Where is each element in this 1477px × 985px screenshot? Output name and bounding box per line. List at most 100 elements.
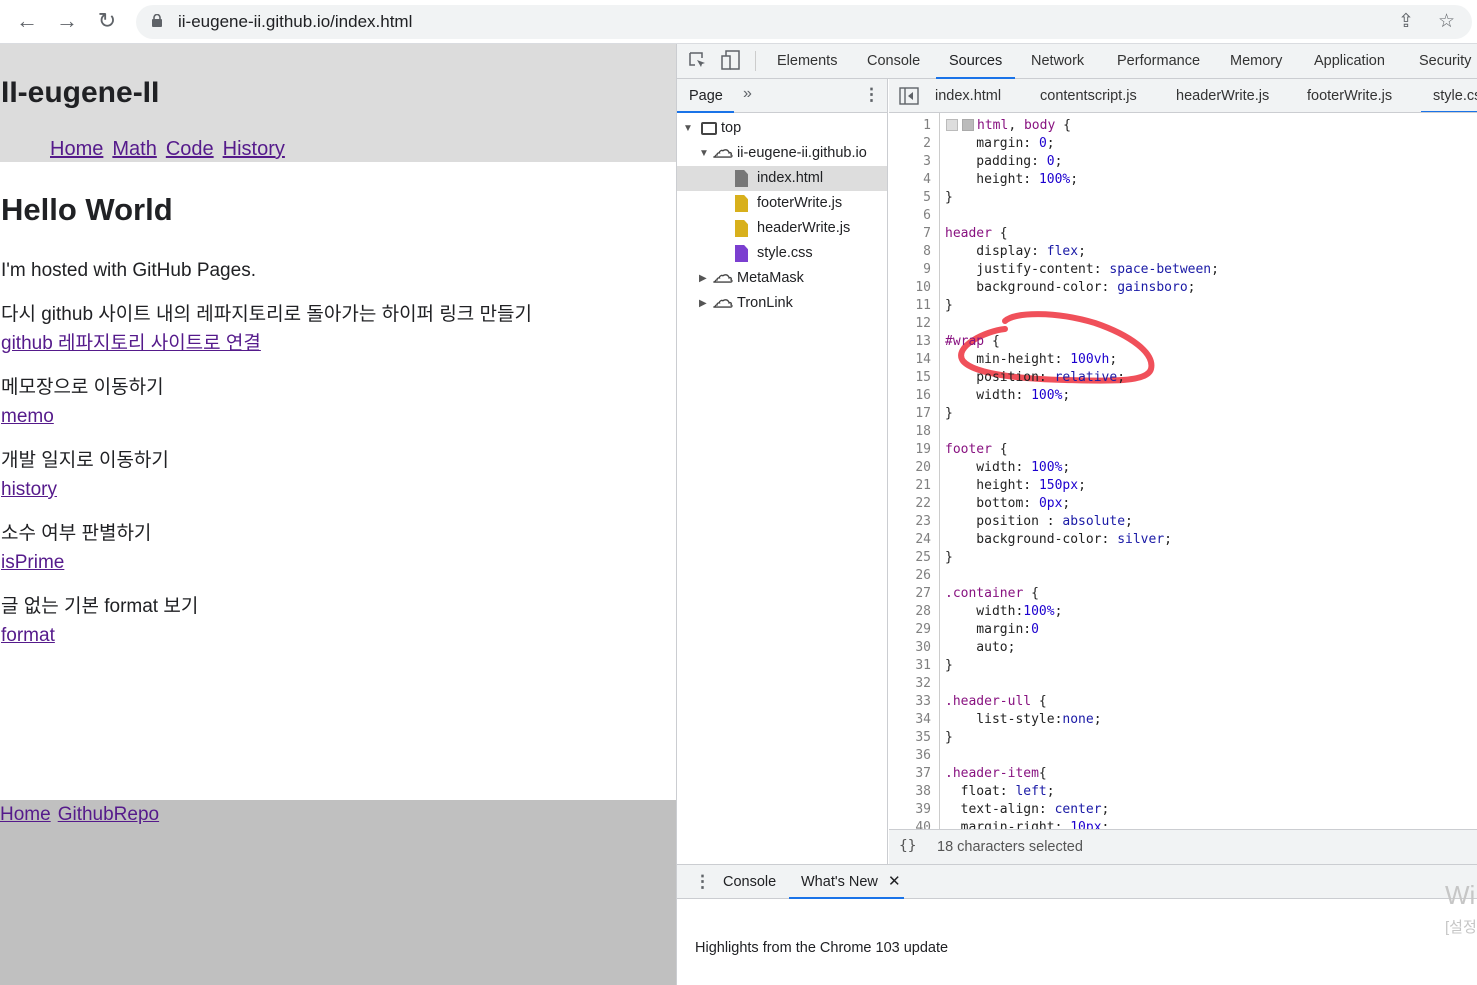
line-number: 12 xyxy=(915,316,931,331)
more-options-icon[interactable]: ⋮ xyxy=(863,85,880,105)
tree-item[interactable]: style.css xyxy=(677,241,887,266)
cloud-icon: ☁ xyxy=(712,139,733,162)
code-line: header { xyxy=(945,226,1008,241)
tree-item[interactable]: headerWrite.js xyxy=(677,216,887,241)
code-token: space-between xyxy=(1109,262,1212,277)
code-token: auto xyxy=(945,640,1008,655)
line-number: 2 xyxy=(923,136,931,151)
tab-memory[interactable]: Memory xyxy=(1230,53,1282,69)
footer-home-link[interactable]: Home xyxy=(0,804,51,825)
code-token: } xyxy=(945,190,953,205)
section-text: 다시 github 사이트 내의 레파지토리로 돌아가는 하이퍼 링크 만들기 xyxy=(1,304,532,325)
section-link[interactable]: github 레파지토리 사이트로 연결 xyxy=(1,333,261,354)
drawer-tab-console[interactable]: Console xyxy=(723,874,776,890)
code-token: display xyxy=(945,244,1032,259)
tab-application[interactable]: Application xyxy=(1314,53,1385,69)
section: 소수 여부 판별하기 isPrime xyxy=(1,519,676,577)
tree-item[interactable]: ▼ top xyxy=(677,116,887,141)
section-link[interactable]: history xyxy=(1,479,57,500)
nav-history-link[interactable]: History xyxy=(223,138,285,160)
code-line: min-height: 100vh; xyxy=(945,352,1117,367)
file-tab[interactable]: headerWrite.js xyxy=(1176,88,1269,104)
tree-item[interactable]: ▶ ☁ TronLink xyxy=(677,289,887,316)
tree-item[interactable]: ▼ ☁ ii-eugene-ii.github.io xyxy=(677,139,887,166)
file-tab[interactable]: style.cs xyxy=(1433,88,1477,104)
tab-security[interactable]: Security xyxy=(1419,53,1471,69)
page-heading: Hello World xyxy=(1,192,173,227)
drawer-tab-whats-new[interactable]: What's New xyxy=(801,874,878,890)
share-icon[interactable]: ⇪ xyxy=(1398,10,1414,33)
line-number: 39 xyxy=(915,802,931,817)
nav-math-link[interactable]: Math xyxy=(112,138,156,160)
code-token: : xyxy=(1038,370,1055,385)
line-number: 5 xyxy=(923,190,931,205)
code-token: bottom xyxy=(945,496,1024,511)
code-token: .container xyxy=(945,586,1024,601)
code-token: { xyxy=(1023,586,1039,601)
code-token: silver xyxy=(1117,532,1165,547)
code-token: : xyxy=(1038,802,1055,817)
tab-elements[interactable]: Elements xyxy=(777,53,837,69)
file-tab[interactable]: contentscript.js xyxy=(1040,88,1137,104)
code-line: background-color: silver; xyxy=(945,532,1172,547)
code-token: ; xyxy=(1109,352,1118,367)
section-link[interactable]: isPrime xyxy=(1,552,64,573)
toggle-navigator-icon[interactable] xyxy=(899,87,919,105)
bookmark-star-icon[interactable]: ☆ xyxy=(1438,10,1455,33)
address-bar[interactable]: ii-eugene-ii.github.io/index.html ⇪ ☆ xyxy=(136,5,1472,39)
line-number: 15 xyxy=(915,370,931,385)
drawer-menu-icon[interactable]: ⋮ xyxy=(694,872,711,892)
section-link[interactable]: format xyxy=(1,625,55,646)
code-token: width xyxy=(945,460,1016,475)
tree-item[interactable]: index.html xyxy=(677,166,887,191)
line-number: 27 xyxy=(915,586,931,601)
code-token: : xyxy=(1101,532,1118,547)
site-nav: Home Math Code History xyxy=(50,138,294,161)
tab-page[interactable]: Page xyxy=(689,88,723,104)
close-icon[interactable]: ✕ xyxy=(888,872,901,890)
forward-button[interactable]: → xyxy=(53,8,81,34)
code-token: background-color xyxy=(945,280,1102,295)
line-number: 13 xyxy=(915,334,931,349)
code-line: text-align: center; xyxy=(945,802,1110,817)
inspect-element-icon[interactable] xyxy=(689,52,707,70)
intro-text: I'm hosted with GitHub Pages. xyxy=(1,260,256,281)
tab-sources[interactable]: Sources xyxy=(935,53,1016,79)
code-token: 100% xyxy=(1031,460,1063,475)
section-link[interactable]: memo xyxy=(1,406,54,427)
file-tab[interactable]: index.html xyxy=(935,88,1001,104)
tree-item-label: headerWrite.js xyxy=(757,220,851,236)
nav-home-link[interactable]: Home xyxy=(50,138,103,160)
tree-item-label: top xyxy=(721,120,742,136)
footer-githubrepo-link[interactable]: GithubRepo xyxy=(58,804,159,825)
tab-performance[interactable]: Performance xyxy=(1117,53,1200,69)
code-line: bottom: 0px; xyxy=(945,496,1070,511)
code-token: 100vh xyxy=(1070,352,1110,367)
line-number: 1 xyxy=(923,118,931,133)
pretty-print-icon[interactable]: {} xyxy=(899,838,916,854)
nav-code-link[interactable]: Code xyxy=(166,138,214,160)
device-toolbar-icon[interactable] xyxy=(721,50,741,70)
selection-status: 18 characters selected xyxy=(937,839,1083,855)
drawer-tabbar: ⋮ Console What's New ✕ xyxy=(677,864,1477,899)
reload-button[interactable]: ↻ xyxy=(93,8,121,34)
expand-arrow-icon[interactable]: ▼ xyxy=(683,116,693,141)
file-tab[interactable]: footerWrite.js xyxy=(1307,88,1392,104)
expand-arrow-icon[interactable]: ▶ xyxy=(699,291,707,316)
tree-item[interactable]: ▶ ☁ MetaMask xyxy=(677,264,887,291)
code-token: left xyxy=(1015,784,1047,799)
line-number: 38 xyxy=(915,784,931,799)
back-button[interactable]: ← xyxy=(13,8,41,34)
expand-arrow-icon[interactable]: ▶ xyxy=(699,266,707,291)
tab-network[interactable]: Network xyxy=(1031,53,1084,69)
expand-arrow-icon[interactable]: ▼ xyxy=(699,141,709,166)
line-number: 23 xyxy=(915,514,931,529)
code-token: ; xyxy=(1062,460,1071,475)
code-token: body xyxy=(1023,118,1056,133)
code-token: absolute xyxy=(1062,514,1126,529)
code-editor[interactable]: 1 html, body {2 margin: 0; 3 padding: 0; 4 … xyxy=(889,113,1477,829)
whats-new-text: Highlights from the Chrome 103 update xyxy=(695,940,949,956)
more-tabs-chevron-icon[interactable]: » xyxy=(743,85,752,103)
tab-console[interactable]: Console xyxy=(867,53,920,69)
tree-item[interactable]: footerWrite.js xyxy=(677,191,887,216)
